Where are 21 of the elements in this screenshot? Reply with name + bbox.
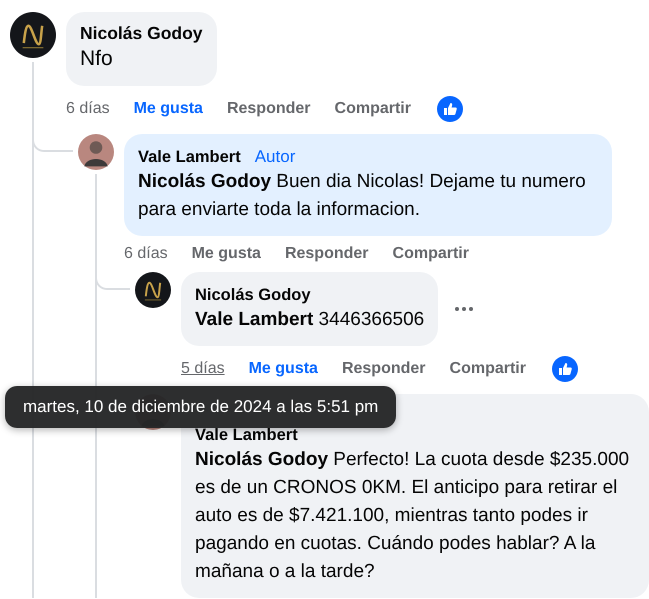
timestamp-link[interactable]: 6 días [124,245,168,263]
comment-text: Vale Lambert 3446366506 [195,308,424,332]
share-link[interactable]: Compartir [450,360,526,378]
reply-link[interactable]: Responder [284,245,369,263]
like-link[interactable]: Me gusta [134,100,203,118]
author-name[interactable]: Nicolás Godoy [80,22,203,44]
comment-text: Nicolás Godoy Perfecto! La cuota desde $235.000 es de un CRONOS 0KM. El anticipo para retirar el auto es de $7.421.100, mientras tanto podes ir pagando en cuotas. Cuándo podes hablar? A la mañana o a la tarde? [195,448,630,584]
comment-text: Nfo [80,46,114,72]
reply-link[interactable]: Responder [342,360,426,378]
share-link[interactable]: Compartir [392,245,469,263]
comment-text: Nicolás Godoy Buen dia Nicolas! Dejame tu numero para enviarte toda la informacion. [138,170,587,222]
timestamp-link[interactable]: 5 días [181,360,225,378]
like-link[interactable]: Me gusta [248,360,318,378]
like-link[interactable]: Me gusta [192,245,261,263]
author-name[interactable]: Nicolás Godoy [195,284,311,306]
author-name[interactable]: Vale Lambert [138,146,241,168]
tooltip: martes, 10 de diciembre de 2024 a las 5:51 pm [5,386,396,428]
timestamp-link[interactable]: 6 días [66,100,110,118]
author-label: Autor [254,146,296,168]
share-link[interactable]: Compartir [334,100,411,118]
reply-link[interactable]: Responder [226,100,311,118]
